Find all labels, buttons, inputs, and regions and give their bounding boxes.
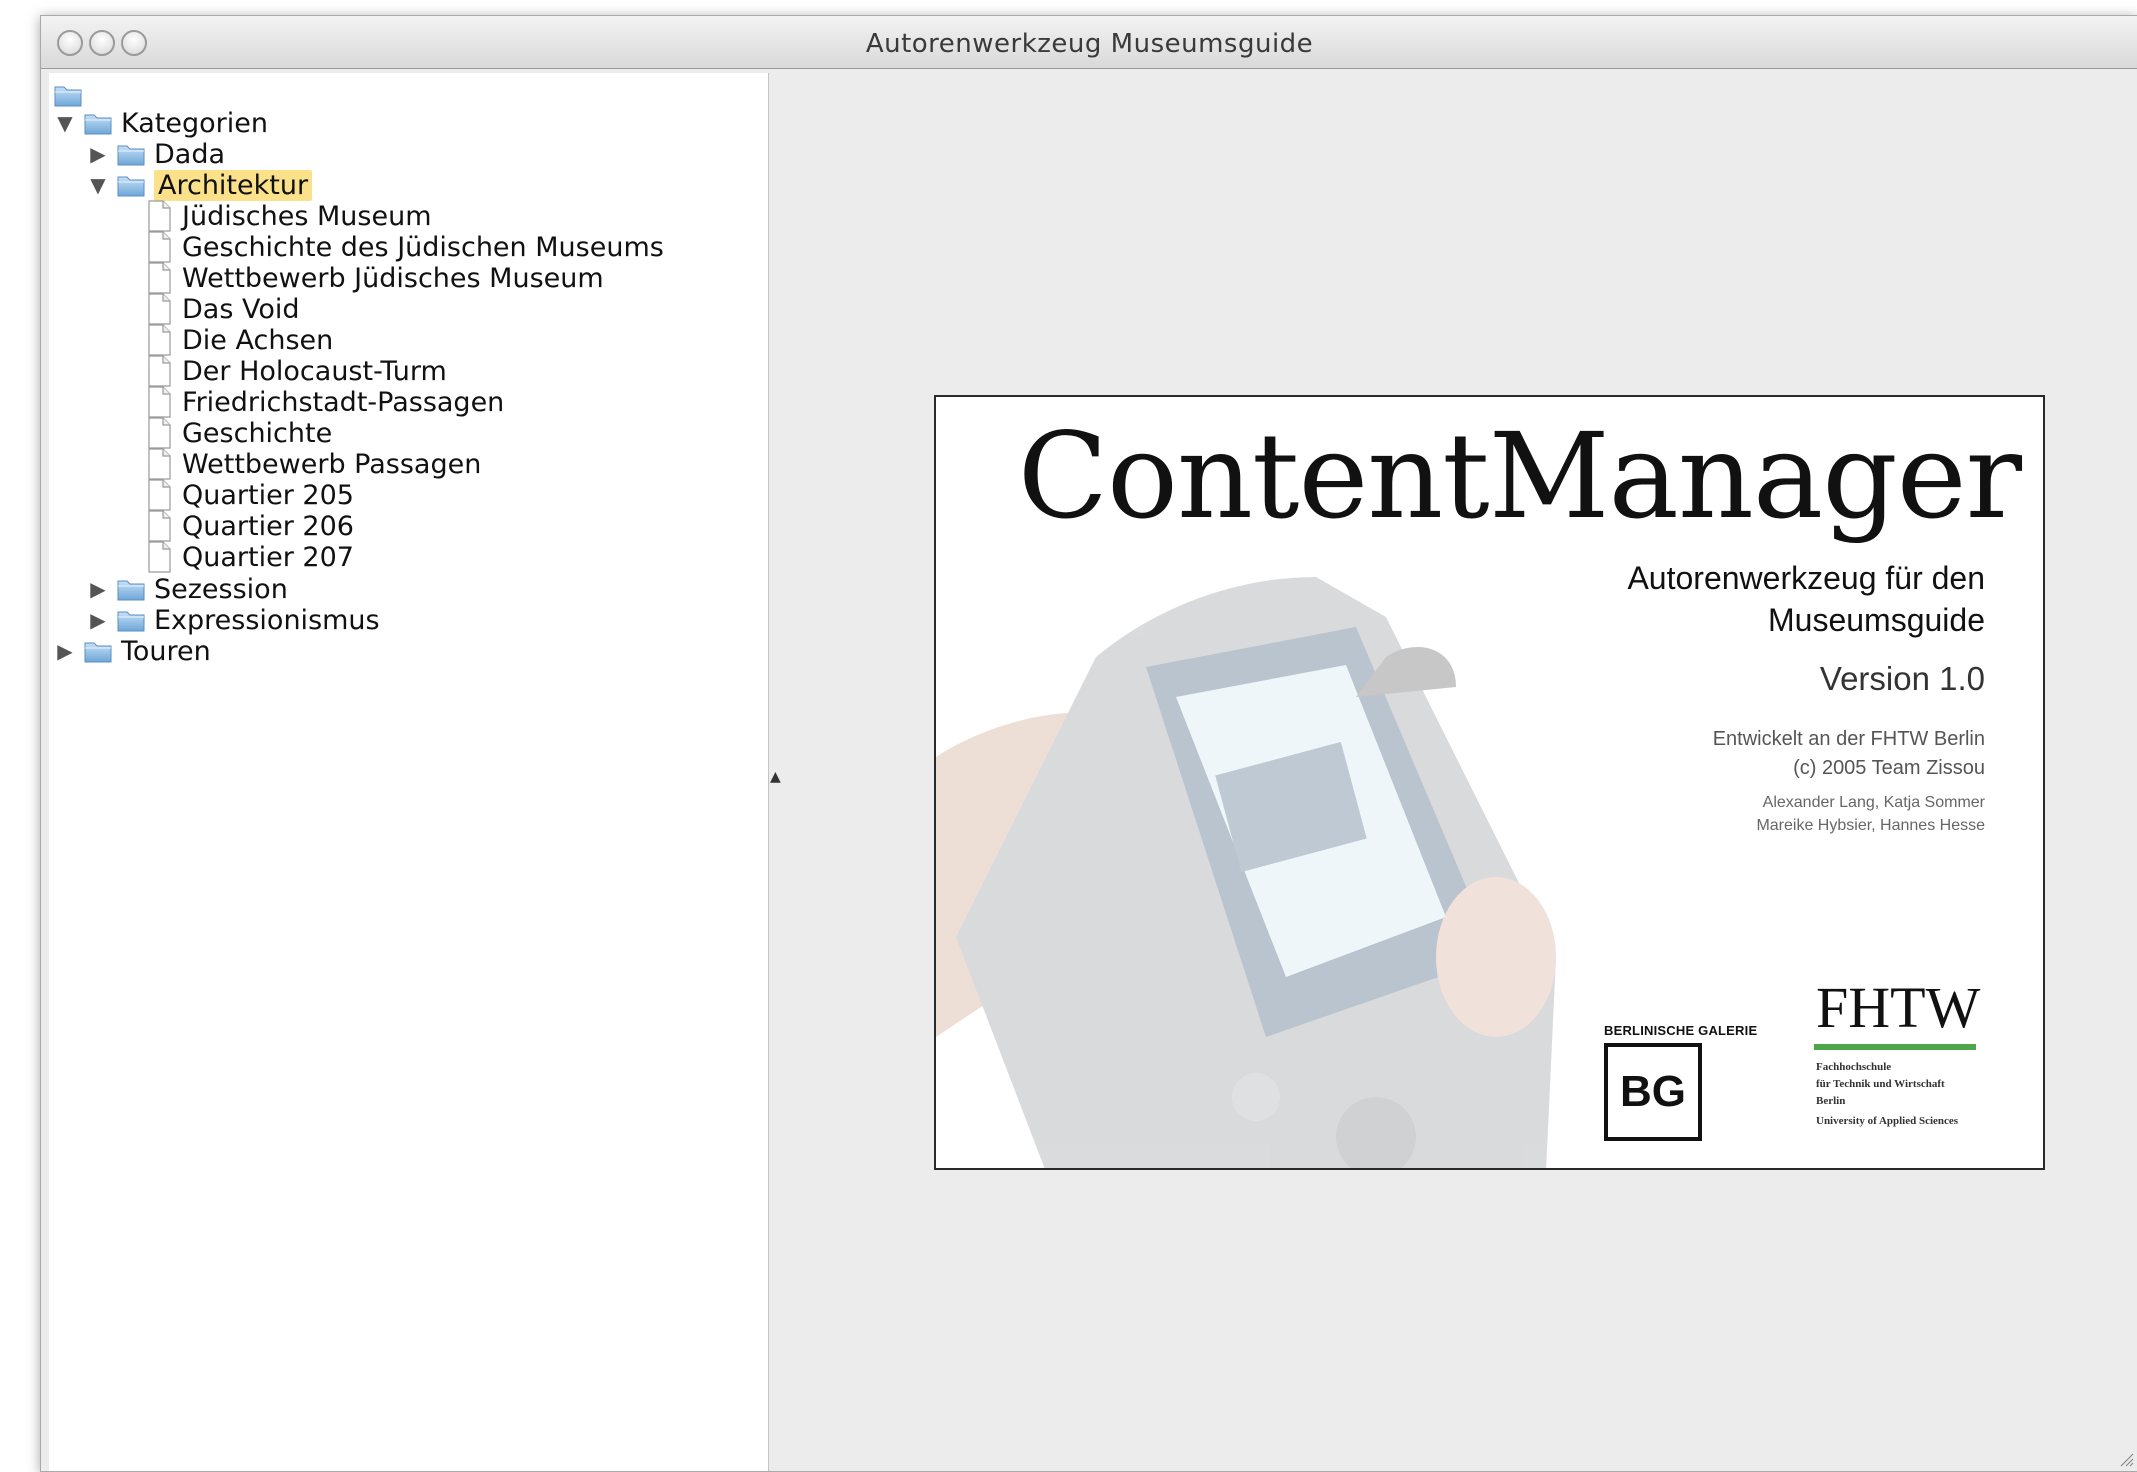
splash-authors-line1: Alexander Lang, Katja Sommer xyxy=(1762,794,1985,811)
berlinische-galerie-label: BERLINISCHE GALERIE xyxy=(1604,1023,1758,1038)
tree-item-touren[interactable]: ▶ Touren xyxy=(53,631,211,671)
splash-title: ContentManager xyxy=(1017,407,2022,545)
disclosure-expanded-icon[interactable]: ▼ xyxy=(53,111,77,135)
splash-authors-line2: Mareike Hybsier, Hannes Hesse xyxy=(1756,817,1985,834)
fhtw-line3: Berlin xyxy=(1816,1095,1846,1107)
window-title: Autorenwerkzeug Museumsguide xyxy=(865,29,1314,59)
tree-item-label: Touren xyxy=(121,635,211,667)
splash-subtitle-line2: Museumsguide xyxy=(1768,602,1985,638)
fhtw-line4: University of Applied Sciences xyxy=(1816,1115,1959,1127)
disclosure-expanded-icon[interactable]: ▼ xyxy=(86,173,110,197)
app-window: Autorenwerkzeug Museumsguide ▼ Kategorie… xyxy=(40,15,2137,1472)
folder-icon xyxy=(83,638,113,664)
splash-subtitle-line1: Autorenwerkzeug für den xyxy=(1627,560,1985,596)
folder-icon xyxy=(116,607,146,633)
folder-icon xyxy=(83,110,113,136)
splash-developed-line1: Entwickelt an der FHTW Berlin xyxy=(1712,728,1985,750)
folder-icon xyxy=(116,576,146,602)
split-pane-divider[interactable]: ▲ xyxy=(768,73,781,1471)
fhtw-line2: für Technik und Wirtschaft xyxy=(1816,1078,1945,1090)
splash-panel: ContentManager Autorenwerkzeug für den M… xyxy=(934,395,2045,1170)
content-area: ContentManager Autorenwerkzeug für den M… xyxy=(781,73,2137,1471)
tree-leaf-label: Quartier 207 xyxy=(182,541,354,573)
splash-developed-line2: (c) 2005 Team Zissou xyxy=(1793,757,1985,779)
disclosure-collapsed-icon[interactable]: ▶ xyxy=(86,577,110,601)
disclosure-collapsed-icon[interactable]: ▶ xyxy=(53,639,77,663)
disclosure-collapsed-icon[interactable]: ▶ xyxy=(86,608,110,632)
splitter-arrow-icon[interactable]: ▲ xyxy=(770,769,781,785)
title-bar[interactable]: Autorenwerkzeug Museumsguide xyxy=(41,16,2137,69)
fhtw-logo-bar xyxy=(1814,1044,1976,1050)
fhtw-line1: Fachhochschule xyxy=(1816,1061,1892,1073)
resize-grip-icon[interactable] xyxy=(2116,1449,2134,1467)
berlinische-galerie-logo: BG xyxy=(1604,1043,1702,1141)
category-tree[interactable]: ▼ Kategorien ▶ Dada ▼ Architektur Jüdisc… xyxy=(49,73,769,1471)
fhtw-logo: FHTW xyxy=(1816,975,1981,1040)
splash-version: Version 1.0 xyxy=(1819,660,1985,697)
disclosure-collapsed-icon[interactable]: ▶ xyxy=(86,142,110,166)
folder-icon xyxy=(116,141,146,167)
folder-icon xyxy=(116,172,146,198)
